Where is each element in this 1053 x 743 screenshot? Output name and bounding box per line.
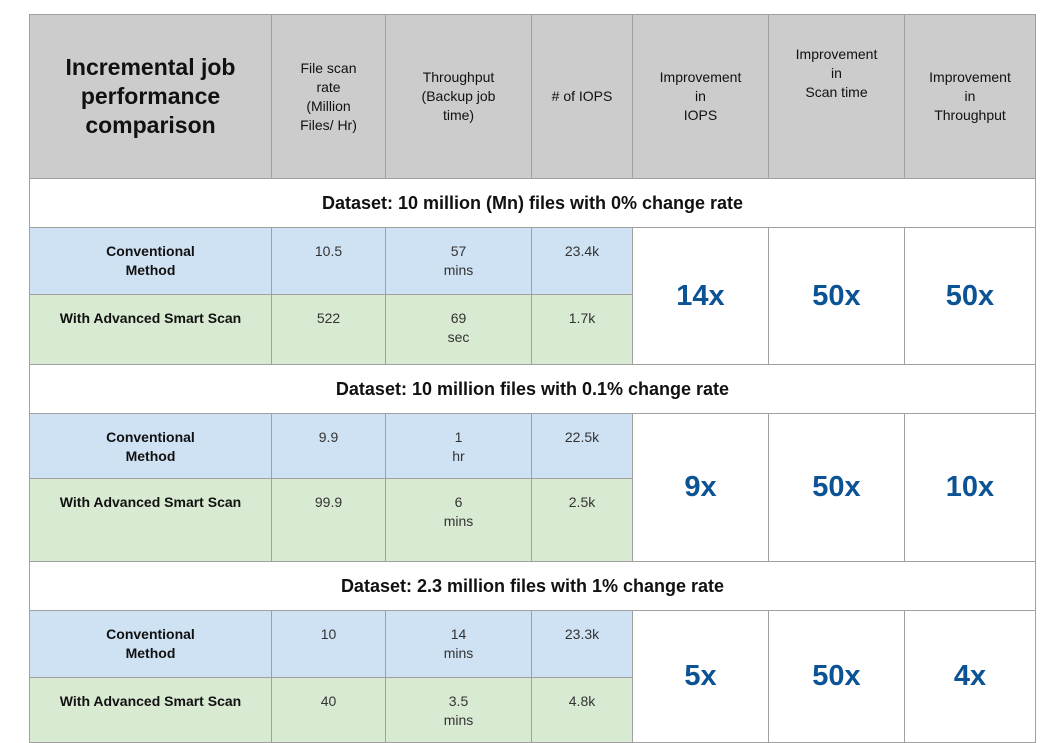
throughput-unit: mins xyxy=(443,513,474,529)
header-line: Improvement xyxy=(659,69,742,85)
throughput-cell: 57 mins xyxy=(385,227,532,295)
header-line: Throughput xyxy=(422,69,495,85)
method-label: Conventional Method xyxy=(29,227,272,295)
dataset-label: Dataset: 10 million files with 0.1% chan… xyxy=(29,364,1036,414)
method-line: Conventional xyxy=(106,243,195,259)
method-label: Conventional Method xyxy=(29,610,272,678)
scan-rate-cell: 10 xyxy=(271,610,386,678)
header-row: Incremental job performance comparison F… xyxy=(29,14,1036,179)
method-line: Method xyxy=(125,645,176,661)
header-line: rate xyxy=(316,78,341,95)
scan-rate-cell: 10.5 xyxy=(271,227,386,295)
method-label: With Advanced Smart Scan xyxy=(29,294,272,365)
iops-cell: 22.5k xyxy=(531,413,633,479)
throughput-value: 57 xyxy=(450,243,467,259)
table-row-conventional: Conventional Method 9.9 1 hr 22.5k 9x 50… xyxy=(29,413,1036,562)
header-line: File scan xyxy=(300,59,357,76)
throughput-unit: hr xyxy=(452,448,465,464)
dataset-row: Dataset: 10 million files with 0.1% chan… xyxy=(29,364,1036,414)
throughput-value: 1 xyxy=(454,429,463,445)
iops-cell: 1.7k xyxy=(531,294,633,365)
method-line: Method xyxy=(125,262,176,278)
throughput-value: 14 xyxy=(450,626,467,642)
col-header-iops: # of IOPS xyxy=(531,14,633,179)
throughput-value: 69 xyxy=(450,310,467,326)
header-line: in xyxy=(964,88,976,104)
performance-comparison-table: Incremental job performance comparison F… xyxy=(29,14,1036,743)
improvement-throughput: 50x xyxy=(904,227,1036,365)
title-line: Incremental job xyxy=(65,54,236,80)
throughput-cell: 69 sec xyxy=(385,294,532,365)
iops-cell: 4.8k xyxy=(531,677,633,743)
throughput-cell: 1 hr xyxy=(385,413,532,479)
dataset-label: Dataset: 10 million (Mn) files with 0% c… xyxy=(29,178,1036,228)
scan-rate-cell: 9.9 xyxy=(271,413,386,479)
throughput-unit: sec xyxy=(447,329,470,345)
col-header-improvement-throughput: Improvement in Throughput xyxy=(904,14,1036,179)
header-line: Improvement xyxy=(795,46,878,62)
method-line: Conventional xyxy=(106,429,195,445)
header-line: time) xyxy=(442,107,475,123)
dataset-row: Dataset: 10 million (Mn) files with 0% c… xyxy=(29,178,1036,228)
col-header-scan-rate: File scan rate (Million Files/ Hr) xyxy=(271,14,386,179)
throughput-cell: 6 mins xyxy=(385,478,532,562)
header-line: Scan time xyxy=(805,84,868,100)
title-line: performance xyxy=(80,83,221,109)
improvement-iops: 14x xyxy=(632,227,769,365)
header-line: Throughput xyxy=(934,107,1006,123)
col-header-improvement-scan-time: Improvement in Scan time xyxy=(768,14,905,179)
method-line: Method xyxy=(125,448,176,464)
improvement-iops: 9x xyxy=(632,413,769,562)
throughput-cell: 3.5 mins xyxy=(385,677,532,743)
header-line: (Backup job xyxy=(421,88,496,104)
improvement-scan-time: 50x xyxy=(768,413,905,562)
title-line: comparison xyxy=(85,112,216,138)
throughput-unit: mins xyxy=(443,262,474,278)
throughput-cell: 14 mins xyxy=(385,610,532,678)
method-label: With Advanced Smart Scan xyxy=(29,478,272,562)
throughput-unit: mins xyxy=(443,645,474,661)
method-label: Conventional Method xyxy=(29,413,272,479)
improvement-scan-time: 50x xyxy=(768,227,905,365)
col-header-improvement-iops: Improvement in IOPS xyxy=(632,14,769,179)
header-line: in xyxy=(831,65,842,81)
improvement-scan-time: 50x xyxy=(768,610,905,743)
improvement-iops: 5x xyxy=(632,610,769,743)
table-title: Incremental job performance comparison xyxy=(29,14,272,179)
header-line: Files/ Hr) xyxy=(300,116,357,133)
scan-rate-cell: 99.9 xyxy=(271,478,386,562)
header-line: in xyxy=(695,88,706,104)
dataset-row: Dataset: 2.3 million files with 1% chang… xyxy=(29,561,1036,611)
scan-rate-cell: 522 xyxy=(271,294,386,365)
header-line: Improvement xyxy=(929,69,1011,85)
iops-cell: 2.5k xyxy=(531,478,633,562)
table-row-conventional: Conventional Method 10 14 mins 23.3k 5x … xyxy=(29,610,1036,743)
scan-rate-cell: 40 xyxy=(271,677,386,743)
header-line: (Million xyxy=(306,97,351,114)
improvement-throughput: 4x xyxy=(904,610,1036,743)
improvement-throughput: 10x xyxy=(904,413,1036,562)
iops-cell: 23.4k xyxy=(531,227,633,295)
iops-cell: 23.3k xyxy=(531,610,633,678)
throughput-unit: mins xyxy=(443,712,474,728)
throughput-value: 3.5 xyxy=(448,693,469,709)
method-label: With Advanced Smart Scan xyxy=(29,677,272,743)
header-line: IOPS xyxy=(683,107,718,123)
method-line: Conventional xyxy=(106,626,195,642)
throughput-value: 6 xyxy=(454,494,463,510)
table-row-conventional: Conventional Method 10.5 57 mins 23.4k 1… xyxy=(29,227,1036,365)
col-header-throughput: Throughput (Backup job time) xyxy=(385,14,532,179)
dataset-label: Dataset: 2.3 million files with 1% chang… xyxy=(29,561,1036,611)
